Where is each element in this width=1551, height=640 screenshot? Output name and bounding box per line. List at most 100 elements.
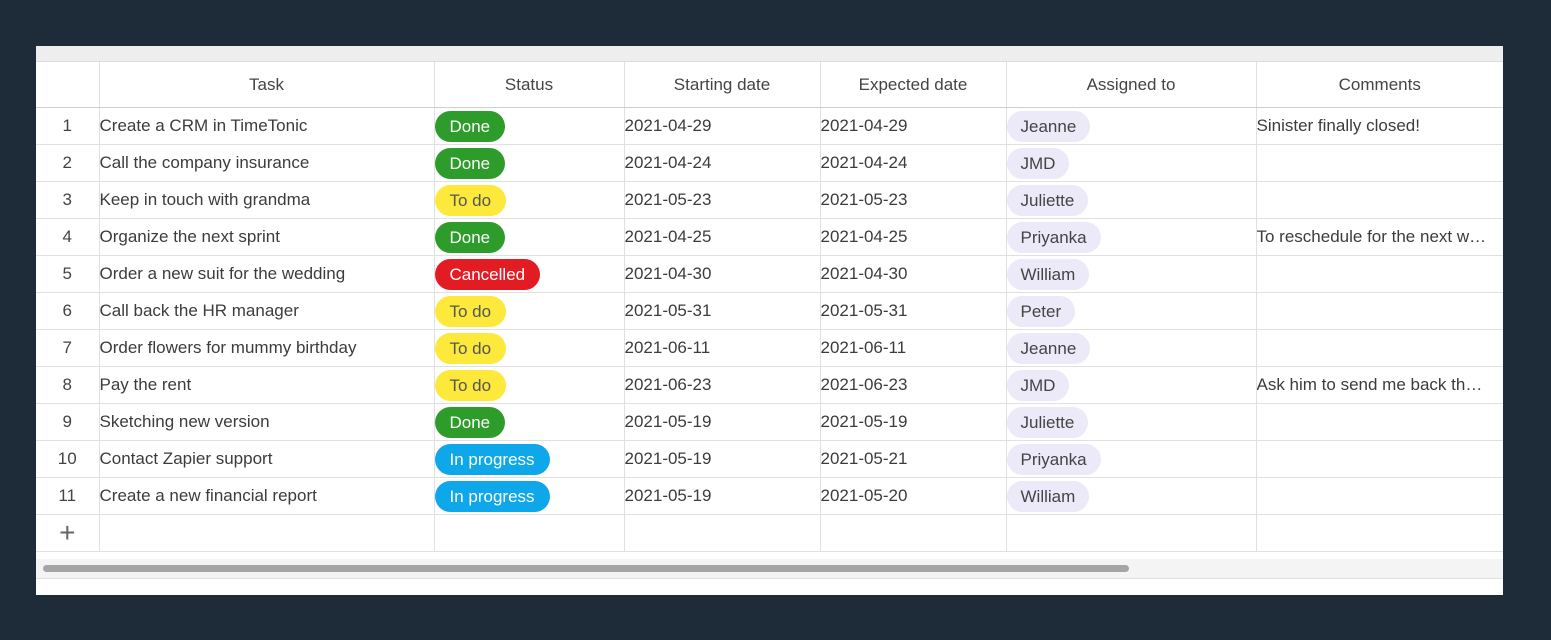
status-badge[interactable]: To do xyxy=(434,295,507,327)
status-badge[interactable]: To do xyxy=(434,332,507,364)
status-cell[interactable]: Done xyxy=(434,144,625,182)
table-row[interactable]: 1 Create a CRM in TimeTonic Done 2021-04… xyxy=(36,107,1503,145)
column-header-expected-date[interactable]: Expected date xyxy=(820,62,1007,108)
comment-cell[interactable]: Ask him to send me back th… xyxy=(1256,366,1503,404)
assignee-chip[interactable]: Peter xyxy=(1006,295,1076,327)
assignee-chip[interactable]: Juliette xyxy=(1006,184,1089,216)
expected-date-cell[interactable]: 2021-04-30 xyxy=(820,255,1007,293)
empty-cell[interactable] xyxy=(99,514,435,552)
horizontal-scrollbar-thumb[interactable] xyxy=(43,565,1129,572)
assignee-cell[interactable]: Jeanne xyxy=(1006,329,1257,367)
status-cell[interactable]: Done xyxy=(434,107,625,145)
comment-cell[interactable] xyxy=(1256,329,1503,367)
expected-date-cell[interactable]: 2021-06-11 xyxy=(820,329,1007,367)
comment-cell[interactable] xyxy=(1256,440,1503,478)
status-cell[interactable]: In progress xyxy=(434,477,625,515)
starting-date-cell[interactable]: 2021-05-23 xyxy=(624,181,821,219)
status-badge[interactable]: Cancelled xyxy=(434,258,541,290)
assignee-chip[interactable]: Priyanka xyxy=(1006,443,1101,475)
assignee-cell[interactable]: JMD xyxy=(1006,144,1257,182)
table-row[interactable]: 4 Organize the next sprint Done 2021-04-… xyxy=(36,218,1503,256)
assignee-cell[interactable]: Priyanka xyxy=(1006,218,1257,256)
table-row[interactable]: 8 Pay the rent To do 2021-06-23 2021-06-… xyxy=(36,366,1503,404)
assignee-chip[interactable]: William xyxy=(1006,480,1090,512)
table-row[interactable]: 3 Keep in touch with grandma To do 2021-… xyxy=(36,181,1503,219)
task-cell[interactable]: Pay the rent xyxy=(99,366,435,404)
empty-cell[interactable] xyxy=(820,514,1007,552)
comment-cell[interactable] xyxy=(1256,292,1503,330)
comment-cell[interactable] xyxy=(1256,255,1503,293)
expected-date-cell[interactable]: 2021-04-25 xyxy=(820,218,1007,256)
empty-cell[interactable] xyxy=(624,514,821,552)
starting-date-cell[interactable]: 2021-04-24 xyxy=(624,144,821,182)
expected-date-cell[interactable]: 2021-05-19 xyxy=(820,403,1007,441)
assignee-chip[interactable]: Juliette xyxy=(1006,406,1089,438)
column-header-assigned-to[interactable]: Assigned to xyxy=(1006,62,1257,108)
table-row[interactable]: 9 Sketching new version Done 2021-05-19 … xyxy=(36,403,1503,441)
assignee-chip[interactable]: Jeanne xyxy=(1006,110,1091,142)
assignee-chip[interactable]: Priyanka xyxy=(1006,221,1101,253)
starting-date-cell[interactable]: 2021-05-19 xyxy=(624,477,821,515)
status-badge[interactable]: In progress xyxy=(434,480,550,512)
table-row[interactable]: 6 Call back the HR manager To do 2021-05… xyxy=(36,292,1503,330)
task-cell[interactable]: Create a new financial report xyxy=(99,477,435,515)
assignee-chip[interactable]: William xyxy=(1006,258,1090,290)
starting-date-cell[interactable]: 2021-05-31 xyxy=(624,292,821,330)
assignee-cell[interactable]: Juliette xyxy=(1006,181,1257,219)
status-badge[interactable]: In progress xyxy=(434,443,550,475)
table-row[interactable]: 11 Create a new financial report In prog… xyxy=(36,477,1503,515)
status-cell[interactable]: Done xyxy=(434,218,625,256)
assignee-cell[interactable]: William xyxy=(1006,477,1257,515)
expected-date-cell[interactable]: 2021-04-24 xyxy=(820,144,1007,182)
task-cell[interactable]: Sketching new version xyxy=(99,403,435,441)
table-row[interactable]: 5 Order a new suit for the wedding Cance… xyxy=(36,255,1503,293)
assignee-cell[interactable]: Priyanka xyxy=(1006,440,1257,478)
table-row[interactable]: 2 Call the company insurance Done 2021-0… xyxy=(36,144,1503,182)
status-cell[interactable]: In progress xyxy=(434,440,625,478)
column-header-task[interactable]: Task xyxy=(99,62,435,108)
expected-date-cell[interactable]: 2021-05-20 xyxy=(820,477,1007,515)
task-cell[interactable]: Create a CRM in TimeTonic xyxy=(99,107,435,145)
starting-date-cell[interactable]: 2021-06-23 xyxy=(624,366,821,404)
assignee-chip[interactable]: Jeanne xyxy=(1006,332,1091,364)
column-header-starting-date[interactable]: Starting date xyxy=(624,62,821,108)
assignee-cell[interactable]: JMD xyxy=(1006,366,1257,404)
starting-date-cell[interactable]: 2021-06-11 xyxy=(624,329,821,367)
starting-date-cell[interactable]: 2021-04-29 xyxy=(624,107,821,145)
assignee-cell[interactable]: Jeanne xyxy=(1006,107,1257,145)
comment-cell[interactable] xyxy=(1256,181,1503,219)
status-badge[interactable]: Done xyxy=(434,147,506,179)
status-cell[interactable]: To do xyxy=(434,329,625,367)
task-cell[interactable]: Order flowers for mummy birthday xyxy=(99,329,435,367)
starting-date-cell[interactable]: 2021-05-19 xyxy=(624,403,821,441)
status-badge[interactable]: Done xyxy=(434,110,506,142)
task-cell[interactable]: Call the company insurance xyxy=(99,144,435,182)
status-cell[interactable]: To do xyxy=(434,292,625,330)
empty-cell[interactable] xyxy=(1256,514,1503,552)
assignee-cell[interactable]: Juliette xyxy=(1006,403,1257,441)
task-cell[interactable]: Contact Zapier support xyxy=(99,440,435,478)
status-cell[interactable]: Cancelled xyxy=(434,255,625,293)
horizontal-scroll-track[interactable] xyxy=(36,559,1503,578)
starting-date-cell[interactable]: 2021-04-30 xyxy=(624,255,821,293)
assignee-cell[interactable]: William xyxy=(1006,255,1257,293)
expected-date-cell[interactable]: 2021-06-23 xyxy=(820,366,1007,404)
comment-cell[interactable] xyxy=(1256,144,1503,182)
task-cell[interactable]: Call back the HR manager xyxy=(99,292,435,330)
status-cell[interactable]: To do xyxy=(434,366,625,404)
assignee-chip[interactable]: JMD xyxy=(1006,369,1070,401)
status-badge[interactable]: To do xyxy=(434,184,507,216)
task-cell[interactable]: Keep in touch with grandma xyxy=(99,181,435,219)
status-badge[interactable]: Done xyxy=(434,406,506,438)
task-cell[interactable]: Organize the next sprint xyxy=(99,218,435,256)
expected-date-cell[interactable]: 2021-05-23 xyxy=(820,181,1007,219)
status-cell[interactable]: Done xyxy=(434,403,625,441)
table-row[interactable]: 7 Order flowers for mummy birthday To do… xyxy=(36,329,1503,367)
add-row-button[interactable]: + xyxy=(36,514,100,552)
expected-date-cell[interactable]: 2021-04-29 xyxy=(820,107,1007,145)
status-cell[interactable]: To do xyxy=(434,181,625,219)
starting-date-cell[interactable]: 2021-04-25 xyxy=(624,218,821,256)
plus-icon[interactable]: + xyxy=(59,517,75,548)
expected-date-cell[interactable]: 2021-05-21 xyxy=(820,440,1007,478)
status-badge[interactable]: To do xyxy=(434,369,507,401)
